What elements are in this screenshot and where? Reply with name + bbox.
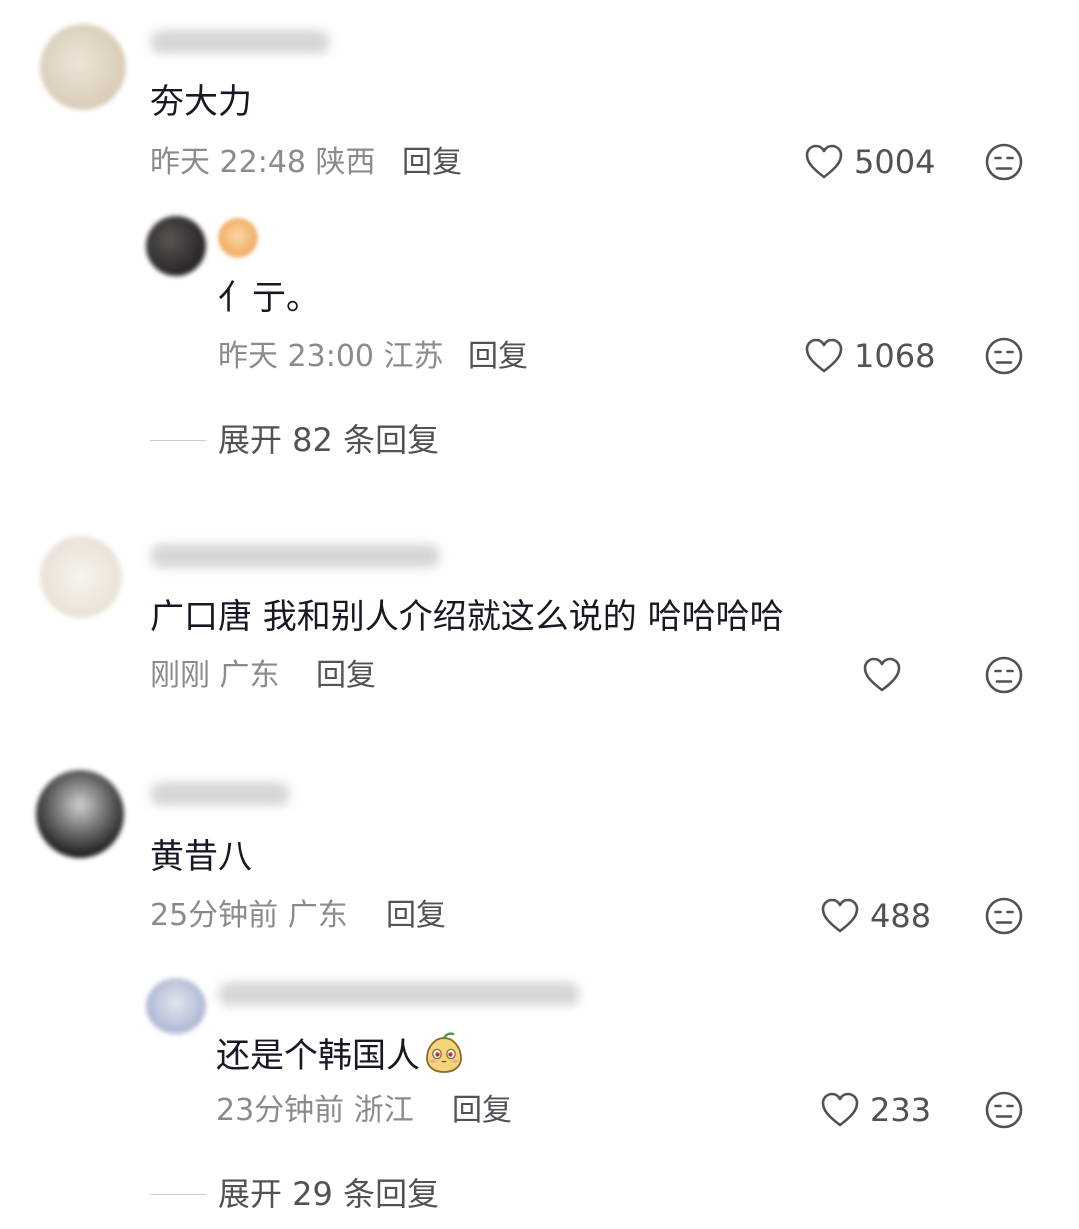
- reply-button[interactable]: 回复: [316, 658, 376, 694]
- reply-meta: 昨天 23:00 江苏: [218, 339, 444, 375]
- dislike-button[interactable]: [984, 1090, 1024, 1130]
- reply-meta: 23分钟前 浙江: [216, 1093, 414, 1129]
- username-blurred[interactable]: [218, 218, 258, 258]
- username-blurred[interactable]: [150, 544, 440, 568]
- unhappy-face-icon: [985, 656, 1023, 694]
- username-blurred[interactable]: [150, 30, 330, 54]
- reply-time: 昨天 23:00: [218, 339, 374, 374]
- expand-replies-button[interactable]: 展开 82 条回复: [150, 420, 439, 460]
- expand-replies-label: 展开 29 条回复: [218, 1175, 440, 1213]
- comment-time: 刚刚: [150, 658, 210, 693]
- like-button[interactable]: [862, 655, 902, 695]
- comment-text: 夯大力: [150, 82, 252, 122]
- avatar[interactable]: [36, 770, 124, 858]
- reply-time: 23分钟前: [216, 1093, 345, 1128]
- divider: [150, 1193, 206, 1195]
- expand-replies-label: 展开 82 条回复: [218, 421, 440, 459]
- like-button[interactable]: 488: [820, 896, 931, 936]
- expand-replies-button[interactable]: 展开 29 条回复: [150, 1174, 439, 1214]
- username-blurred[interactable]: [150, 782, 290, 806]
- comment-meta: 刚刚 广东: [150, 658, 280, 694]
- like-button[interactable]: 5004: [804, 142, 935, 182]
- heart-outline-icon: [805, 144, 843, 179]
- like-count: 488: [870, 897, 932, 935]
- reply-button[interactable]: 回复: [452, 1093, 512, 1129]
- unhappy-face-icon: [985, 143, 1023, 181]
- reply-text: 还是个韩国人: [216, 1032, 466, 1083]
- like-count: 5004: [854, 143, 936, 181]
- comment-text: 黄昔八: [150, 837, 252, 877]
- shy-face-emoji: [422, 1032, 466, 1083]
- comment-location: 广东: [287, 898, 348, 933]
- like-button[interactable]: 1068: [804, 336, 935, 376]
- dislike-button[interactable]: [984, 655, 1024, 695]
- dislike-button[interactable]: [984, 336, 1024, 376]
- reply-text: 亻亍。: [218, 278, 320, 318]
- avatar[interactable]: [146, 978, 206, 1034]
- comment-location: 陕西: [315, 145, 376, 180]
- reply-location: 江苏: [383, 339, 444, 374]
- comment-location: 广东: [219, 658, 280, 693]
- avatar[interactable]: [40, 536, 122, 618]
- comment-time: 昨天 22:48: [150, 145, 306, 180]
- heart-outline-icon: [821, 1092, 859, 1127]
- divider: [150, 439, 206, 441]
- unhappy-face-icon: [985, 1091, 1023, 1129]
- avatar[interactable]: [40, 24, 126, 110]
- comment-text: 广口唐 我和别人介绍就这么说的 哈哈哈哈: [150, 597, 784, 637]
- like-count: 1068: [854, 337, 936, 375]
- unhappy-face-icon: [985, 897, 1023, 935]
- reply-button[interactable]: 回复: [468, 339, 528, 375]
- comment-time: 25分钟前: [150, 898, 279, 933]
- comment-meta: 昨天 22:48 陕西: [150, 145, 376, 181]
- heart-outline-icon: [805, 338, 843, 373]
- unhappy-face-icon: [985, 337, 1023, 375]
- username-blurred[interactable]: [218, 982, 580, 1006]
- reply-text-content: 还是个韩国人: [216, 1036, 420, 1076]
- heart-outline-icon: [821, 898, 859, 933]
- avatar[interactable]: [146, 216, 206, 276]
- like-count: 233: [870, 1091, 932, 1129]
- like-button[interactable]: 233: [820, 1090, 931, 1130]
- comment-meta: 25分钟前 广东: [150, 898, 348, 934]
- dislike-button[interactable]: [984, 896, 1024, 936]
- reply-location: 浙江: [353, 1093, 414, 1128]
- dislike-button[interactable]: [984, 142, 1024, 182]
- reply-button[interactable]: 回复: [386, 898, 446, 934]
- reply-button[interactable]: 回复: [402, 145, 462, 181]
- heart-outline-icon: [863, 657, 901, 692]
